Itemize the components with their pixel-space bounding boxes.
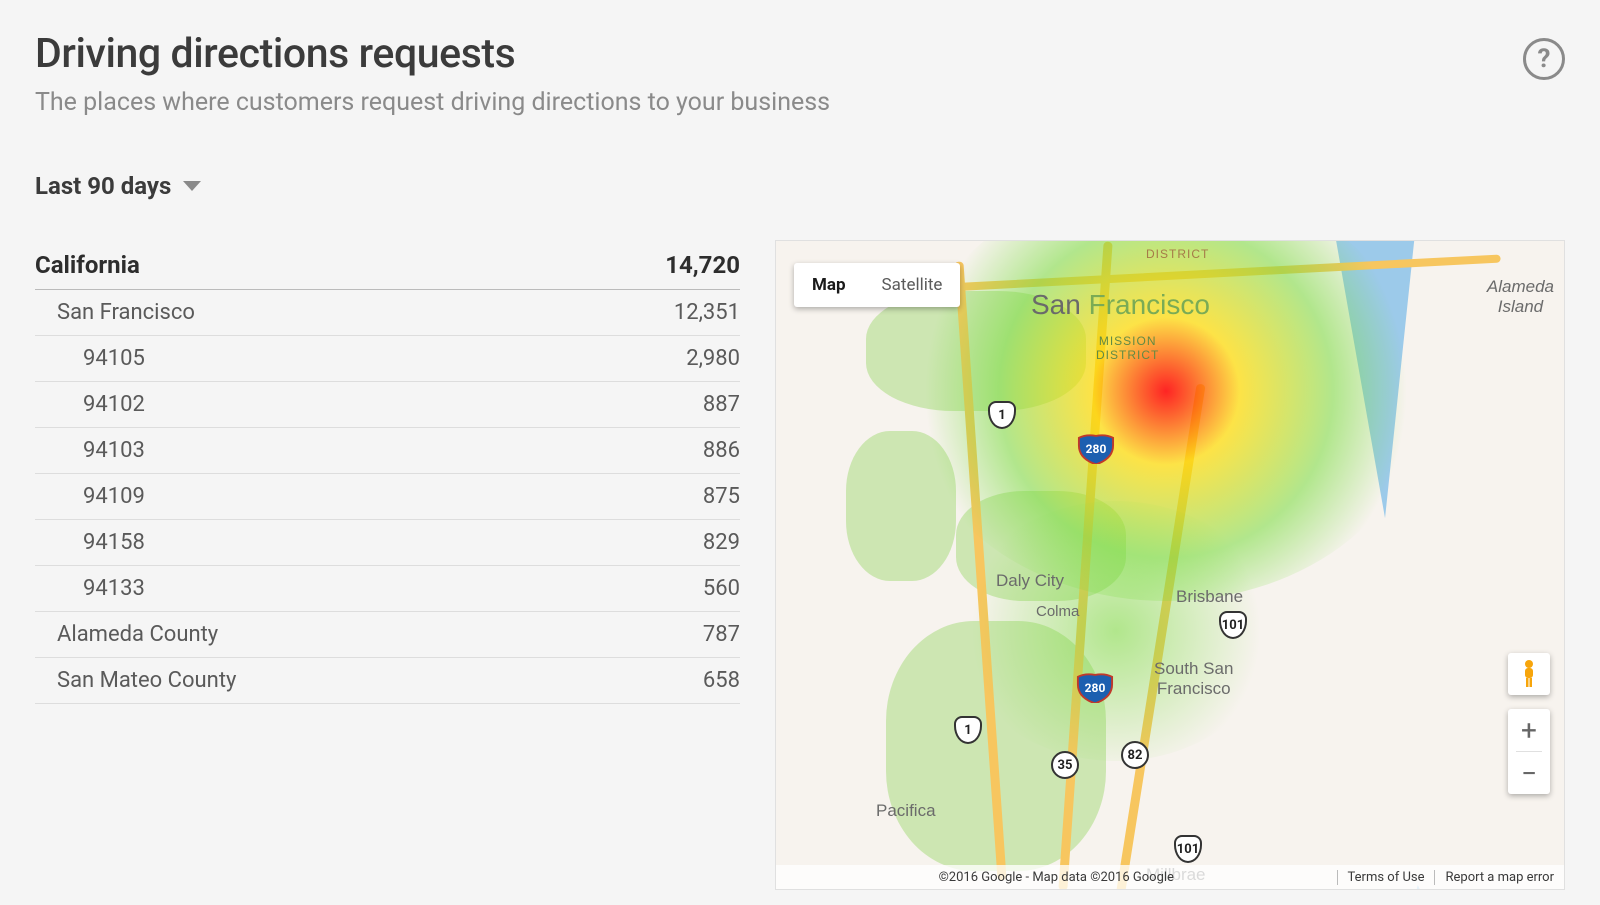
plus-icon: + <box>1521 714 1537 747</box>
map-tab-satellite[interactable]: Satellite <box>864 263 961 307</box>
map-park <box>866 291 1086 411</box>
location-value: 658 <box>703 668 740 693</box>
route-shield-i280: 280 <box>1076 673 1114 703</box>
location-name: 94102 <box>35 392 145 417</box>
location-value: 787 <box>703 622 740 647</box>
location-value: 12,351 <box>674 300 740 325</box>
pegman-button[interactable] <box>1508 653 1550 695</box>
route-shield-ca82: 82 <box>1121 741 1149 769</box>
table-row[interactable]: Alameda County 787 <box>35 612 740 658</box>
location-name: California <box>35 251 140 279</box>
chevron-down-icon <box>183 181 201 191</box>
location-value: 14,720 <box>665 251 740 279</box>
date-range-label: Last 90 days <box>35 172 171 200</box>
table-row[interactable]: 94158 829 <box>35 520 740 566</box>
location-name: San Mateo County <box>35 668 236 693</box>
heatmap-map[interactable]: DISTRICT San Francisco MISSION DISTRICT … <box>775 240 1565 890</box>
map-tab-map[interactable]: Map <box>794 263 864 307</box>
table-row[interactable]: 94133 560 <box>35 566 740 612</box>
table-row[interactable]: San Francisco 12,351 <box>35 290 740 336</box>
zoom-out-button[interactable]: − <box>1508 752 1550 794</box>
minus-icon: − <box>1521 757 1537 790</box>
location-value: 829 <box>703 530 740 555</box>
map-report-link[interactable]: Report a map error <box>1434 870 1564 885</box>
pegman-icon <box>1519 659 1539 689</box>
table-row[interactable]: 94105 2,980 <box>35 336 740 382</box>
map-type-switcher: Map Satellite <box>794 263 960 307</box>
map-terms-link[interactable]: Terms of Use <box>1337 870 1435 885</box>
location-name: 94133 <box>35 576 145 601</box>
table-row[interactable]: 94109 875 <box>35 474 740 520</box>
location-value: 887 <box>703 392 740 417</box>
map-park <box>846 431 956 581</box>
location-name: 94158 <box>35 530 145 555</box>
location-name: San Francisco <box>35 300 195 325</box>
table-row-state[interactable]: California 14,720 <box>35 240 740 290</box>
locations-table: California 14,720 San Francisco 12,351 941… <box>35 240 740 890</box>
location-value: 2,980 <box>686 346 740 371</box>
location-name: 94103 <box>35 438 145 463</box>
location-value: 560 <box>703 576 740 601</box>
help-button[interactable]: ? <box>1523 38 1565 80</box>
page-subtitle: The places where customers request drivi… <box>35 88 1523 117</box>
map-attribution: ©2016 Google - Map data ©2016 Google Ter… <box>776 865 1564 889</box>
route-shield-ca35: 35 <box>1051 751 1079 779</box>
location-name: 94109 <box>35 484 145 509</box>
question-icon: ? <box>1538 44 1551 74</box>
location-name: Alameda County <box>35 622 218 647</box>
table-row[interactable]: 94102 887 <box>35 382 740 428</box>
map-copyright: ©2016 Google - Map data ©2016 Google <box>776 870 1337 885</box>
zoom-control: + − <box>1508 709 1550 794</box>
zoom-in-button[interactable]: + <box>1508 709 1550 751</box>
table-row[interactable]: San Mateo County 658 <box>35 658 740 704</box>
location-name: 94105 <box>35 346 145 371</box>
location-value: 875 <box>703 484 740 509</box>
location-value: 886 <box>703 438 740 463</box>
table-row[interactable]: 94103 886 <box>35 428 740 474</box>
page-title: Driving directions requests <box>35 30 1523 78</box>
route-shield-i280: 280 <box>1077 434 1115 464</box>
date-range-dropdown[interactable]: Last 90 days <box>35 172 201 200</box>
